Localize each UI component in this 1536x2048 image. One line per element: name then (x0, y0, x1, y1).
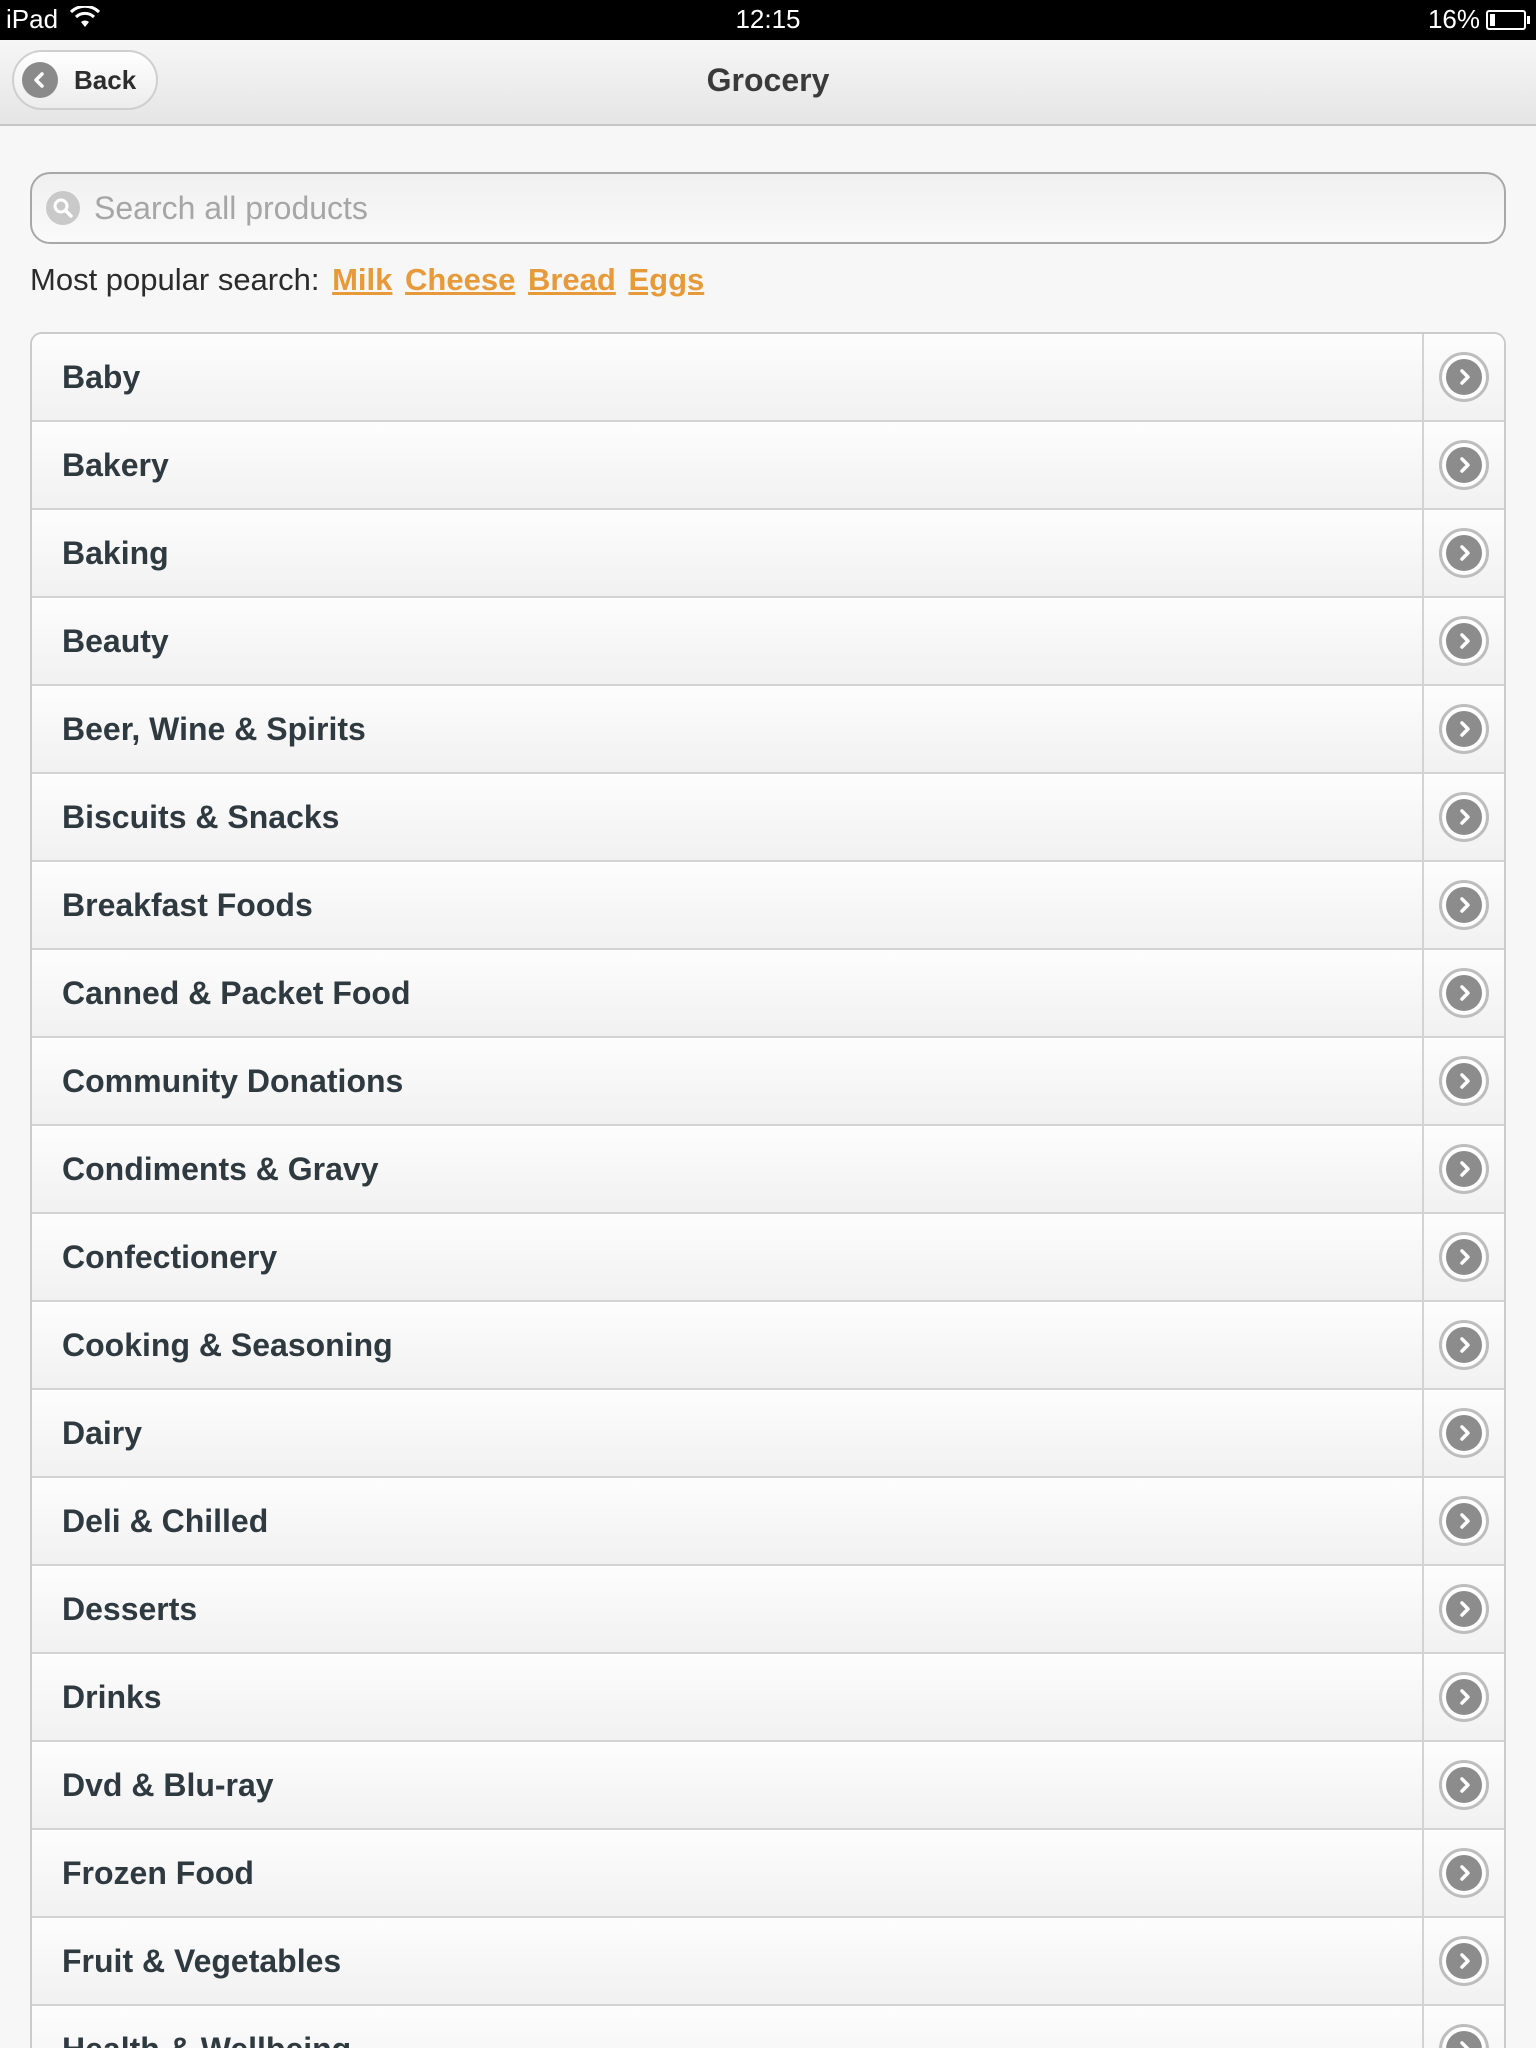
chevron-right-circle-icon (1439, 352, 1489, 402)
chevron-right-circle-icon (1439, 1496, 1489, 1546)
chevron-right-circle-icon (1439, 528, 1489, 578)
category-label: Community Donations (62, 1062, 404, 1099)
chevron-right-circle-icon (1439, 1144, 1489, 1194)
category-row-confectionery[interactable]: Confectionery (32, 1214, 1504, 1302)
category-row-beer-wine-spirits[interactable]: Beer, Wine & Spirits (32, 686, 1504, 774)
category-row-breakfast-foods[interactable]: Breakfast Foods (32, 862, 1504, 950)
category-label: Baking (62, 534, 169, 571)
navigation-bar: Back Grocery (0, 40, 1536, 126)
category-label: Beauty (62, 622, 169, 659)
category-row-dairy[interactable]: Dairy (32, 1390, 1504, 1478)
category-row-frozen-food[interactable]: Frozen Food (32, 1830, 1504, 1918)
category-row-deli-chilled[interactable]: Deli & Chilled (32, 1478, 1504, 1566)
battery-icon (1486, 9, 1530, 30)
chevron-right-circle-icon (1439, 968, 1489, 1018)
category-disclosure-button[interactable] (1422, 510, 1504, 596)
status-time: 12:15 (735, 4, 801, 34)
status-bar: iPad 12:15 16% (0, 0, 1536, 40)
category-disclosure-button[interactable] (1422, 950, 1504, 1036)
chevron-right-circle-icon (1439, 1672, 1489, 1722)
category-row-community-donations[interactable]: Community Donations (32, 1038, 1504, 1126)
category-disclosure-button[interactable] (1422, 1830, 1504, 1916)
category-disclosure-button[interactable] (1422, 1654, 1504, 1740)
category-label: Baby (62, 358, 141, 395)
category-label: Beer, Wine & Spirits (62, 710, 366, 747)
chevron-right-circle-icon (1439, 1232, 1489, 1282)
category-row-condiments-gravy[interactable]: Condiments & Gravy (32, 1126, 1504, 1214)
category-label: Frozen Food (62, 1854, 254, 1891)
status-bar-right: 16% (1427, 4, 1530, 35)
category-label: Condiments & Gravy (62, 1150, 379, 1187)
category-label: Dairy (62, 1414, 143, 1451)
popular-link-cheese[interactable]: Cheese (405, 262, 515, 297)
category-disclosure-button[interactable] (1422, 598, 1504, 684)
category-row-bakery[interactable]: Bakery (32, 422, 1504, 510)
category-row-baking[interactable]: Baking (32, 510, 1504, 598)
category-disclosure-button[interactable] (1422, 686, 1504, 772)
category-disclosure-button[interactable] (1422, 1302, 1504, 1388)
category-disclosure-button[interactable] (1422, 862, 1504, 948)
category-label: Breakfast Foods (62, 886, 313, 923)
popular-link-eggs[interactable]: Eggs (628, 262, 704, 297)
search-icon (46, 191, 80, 225)
category-list: Baby Bakery Baking Beauty Beer, Wine & Spiri… (30, 332, 1506, 2048)
category-label: Health & Wellbeing (32, 2006, 1422, 2048)
category-disclosure-button[interactable] (1422, 1742, 1504, 1828)
popular-link-milk[interactable]: Milk (332, 262, 392, 297)
category-label: Bakery (62, 446, 169, 483)
category-disclosure-button[interactable] (1422, 1918, 1504, 2004)
category-row-cooking-seasoning[interactable]: Cooking & Seasoning (32, 1302, 1504, 1390)
chevron-right-circle-icon (1439, 2024, 1489, 2048)
category-label: Fruit & Vegetables (62, 1942, 342, 1979)
chevron-right-circle-icon (1439, 880, 1489, 930)
category-row-dvd-blu-ray[interactable]: Dvd & Blu-ray (32, 1742, 1504, 1830)
category-disclosure-button[interactable] (1422, 2006, 1504, 2048)
search-box[interactable] (30, 172, 1506, 244)
category-disclosure-button[interactable] (1422, 334, 1504, 420)
category-disclosure-button[interactable] (1422, 1126, 1504, 1212)
category-disclosure-button[interactable] (1422, 1566, 1504, 1652)
category-disclosure-button[interactable] (1422, 422, 1504, 508)
category-row-drinks[interactable]: Drinks (32, 1654, 1504, 1742)
page-title: Grocery (706, 62, 830, 98)
chevron-right-circle-icon (1439, 1848, 1489, 1898)
category-row-health-wellbeing[interactable]: Health & Wellbeing (32, 2006, 1504, 2048)
category-row-desserts[interactable]: Desserts (32, 1566, 1504, 1654)
popular-searches-label: Most popular search: (30, 262, 320, 297)
category-disclosure-button[interactable] (1422, 774, 1504, 860)
category-label: Drinks (62, 1678, 162, 1715)
category-row-fruit-vegetables[interactable]: Fruit & Vegetables (32, 1918, 1504, 2006)
category-label: Confectionery (62, 1238, 278, 1275)
chevron-right-circle-icon (1439, 1320, 1489, 1370)
category-label: Desserts (62, 1590, 198, 1627)
chevron-right-circle-icon (1439, 616, 1489, 666)
category-label: Cooking & Seasoning (62, 1326, 393, 1363)
category-row-beauty[interactable]: Beauty (32, 598, 1504, 686)
chevron-right-circle-icon (1439, 1584, 1489, 1634)
chevron-right-circle-icon (1439, 792, 1489, 842)
popular-link-bread[interactable]: Bread (528, 262, 616, 297)
category-disclosure-button[interactable] (1422, 1038, 1504, 1124)
battery-fill (1490, 13, 1495, 26)
category-row-baby[interactable]: Baby (32, 334, 1504, 422)
chevron-right-circle-icon (1439, 1056, 1489, 1106)
chevron-right-circle-icon (1439, 1936, 1489, 1986)
chevron-right-circle-icon (1439, 704, 1489, 754)
search-input[interactable] (94, 183, 1504, 233)
battery-percent: 16% (1427, 4, 1480, 34)
category-label: Canned & Packet Food (62, 974, 411, 1011)
chevron-right-circle-icon (1439, 440, 1489, 490)
chevron-right-circle-icon (1439, 1760, 1489, 1810)
category-row-biscuits-snacks[interactable]: Biscuits & Snacks (32, 774, 1504, 862)
chevron-right-circle-icon (1439, 1408, 1489, 1458)
category-label: Deli & Chilled (62, 1502, 269, 1539)
category-row-canned-packet-food[interactable]: Canned & Packet Food (32, 950, 1504, 1038)
category-disclosure-button[interactable] (1422, 1478, 1504, 1564)
category-label: Dvd & Blu-ray (62, 1766, 274, 1803)
category-disclosure-button[interactable] (1422, 1390, 1504, 1476)
popular-searches: Most popular search: Milk Cheese Bread E… (30, 262, 704, 298)
category-disclosure-button[interactable] (1422, 1214, 1504, 1300)
category-label: Biscuits & Snacks (62, 798, 340, 835)
